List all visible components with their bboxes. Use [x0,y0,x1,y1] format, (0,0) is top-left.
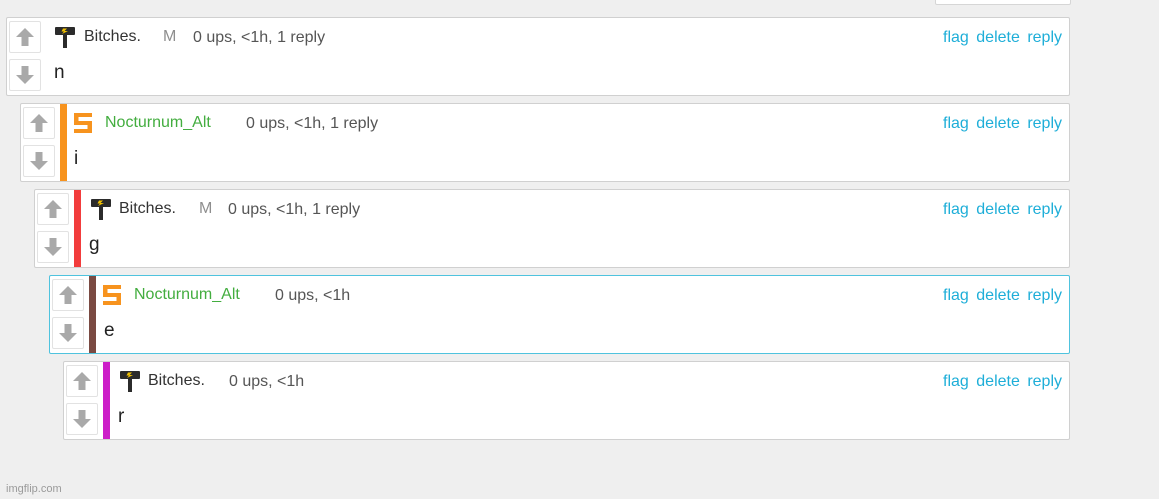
comment-meta: 0 ups, <1h, 1 reply [228,201,361,218]
vote-controls [7,18,43,95]
hammer-icon[interactable] [54,25,76,49]
reply-link[interactable]: reply [1027,115,1062,132]
comment-highlighted: Nocturnum_Alt 0 ups, <1h flag delete rep… [49,275,1070,354]
username[interactable]: Nocturnum_Alt [105,114,211,132]
mod-badge: M [163,28,177,45]
downvote-button[interactable] [66,403,98,435]
arrow-down-icon [57,322,79,344]
comment-actions: flag delete reply [940,373,1062,391]
comment-actions: flag delete reply [940,287,1062,305]
downvote-button[interactable] [23,145,55,177]
upvote-button[interactable] [52,279,84,311]
watermark: imgflip.com [6,483,62,495]
flag-link[interactable]: flag [943,373,969,390]
downvote-button[interactable] [52,317,84,349]
s-logo-icon[interactable] [101,283,123,307]
vote-controls [50,276,86,353]
reply-link[interactable]: reply [1027,373,1062,390]
comment-meta: 0 ups, <1h [275,287,351,304]
thread-stripe [89,276,96,353]
username[interactable]: Bitches. [119,200,176,218]
comment-meta: 0 ups, <1h, 1 reply [193,29,326,46]
vote-controls [64,362,100,439]
thread-stripe [60,104,67,181]
upvote-button[interactable] [9,21,41,53]
delete-link[interactable]: delete [976,201,1020,218]
upvote-button[interactable] [23,107,55,139]
reply-link[interactable]: reply [1027,287,1062,304]
flag-link[interactable]: flag [943,287,969,304]
comment-meta: 0 ups, <1h [229,373,305,390]
arrow-down-icon [28,150,50,172]
delete-link[interactable]: delete [976,115,1020,132]
vote-controls [21,104,57,181]
s-logo-icon[interactable] [72,111,94,135]
thread-stripe [103,362,110,439]
arrow-down-icon [42,236,64,258]
downvote-button[interactable] [37,231,69,263]
vote-controls [35,190,71,267]
flag-link[interactable]: flag [943,29,969,46]
reply-link[interactable]: reply [1027,201,1062,218]
arrow-down-icon [14,64,36,86]
arrow-up-icon [42,198,64,220]
comment-text: g [89,234,100,255]
flag-link[interactable]: flag [943,201,969,218]
upvote-button[interactable] [66,365,98,397]
delete-link[interactable]: delete [976,373,1020,390]
username[interactable]: Bitches. [84,28,141,46]
comment-actions: flag delete reply [940,115,1062,133]
arrow-up-icon [14,26,36,48]
comment-text: r [118,406,125,427]
upvote-button[interactable] [37,193,69,225]
reply-link[interactable]: reply [1027,29,1062,46]
arrow-down-icon [71,408,93,430]
hammer-icon[interactable] [119,369,141,393]
comment-text: i [74,148,79,169]
arrow-up-icon [57,284,79,306]
username[interactable]: Nocturnum_Alt [134,286,240,304]
thread-stripe [74,190,81,267]
delete-link[interactable]: delete [976,29,1020,46]
downvote-button[interactable] [9,59,41,91]
hammer-icon[interactable] [90,197,112,221]
username[interactable]: Bitches. [148,372,205,390]
mod-badge: M [199,200,213,217]
flag-link[interactable]: flag [943,115,969,132]
comment: Bitches. M 0 ups, <1h, 1 reply flag dele… [34,189,1070,268]
comment: Nocturnum_Alt 0 ups, <1h, 1 reply flag d… [20,103,1070,182]
comment-actions: flag delete reply [940,201,1062,219]
comment: Bitches. 0 ups, <1h flag delete reply r [63,361,1070,440]
arrow-up-icon [71,370,93,392]
delete-link[interactable]: delete [976,287,1020,304]
comment: Bitches. M 0 ups, <1h, 1 reply flag dele… [6,17,1070,96]
arrow-up-icon [28,112,50,134]
comment-actions: flag delete reply [940,29,1062,47]
comment-meta: 0 ups, <1h, 1 reply [246,115,379,132]
comment-text: n [54,62,65,83]
comment-text: e [104,320,115,341]
previous-comment-edge [935,0,1071,5]
